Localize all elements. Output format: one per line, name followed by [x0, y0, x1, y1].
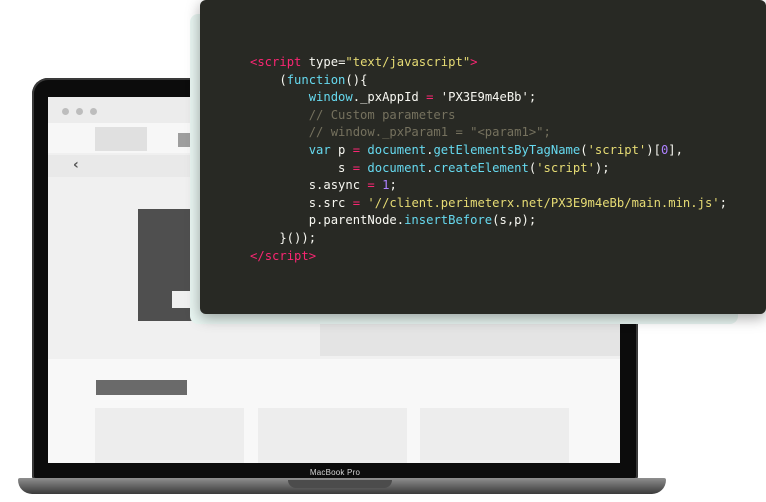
code-token: ; — [719, 195, 727, 210]
window-minimize-dot[interactable] — [76, 108, 83, 115]
code-token: document — [367, 160, 427, 175]
window-maximize-dot[interactable] — [90, 108, 97, 115]
code-token: 'script' — [587, 142, 647, 157]
code-token: 'script' — [536, 160, 595, 175]
code-token: ; — [389, 178, 397, 193]
code-token: ; — [528, 90, 537, 105]
site-logo-placeholder[interactable] — [95, 127, 147, 151]
code-line: s.src = '//client.perimeterx.net/PX3E9m4… — [250, 196, 727, 210]
code-token: ( — [580, 142, 588, 157]
code-token: script — [264, 248, 309, 263]
code-token: ( — [250, 72, 287, 87]
code-token: = — [352, 195, 361, 210]
card-placeholder[interactable] — [95, 408, 244, 463]
code-token: s — [250, 160, 353, 175]
code-line: s = document.createElement('script'); — [250, 161, 610, 175]
code-token: 'PX3E9m4eBb' — [440, 90, 529, 105]
code-block: <script type="text/javascript"> (functio… — [250, 54, 727, 265]
card-placeholder[interactable] — [420, 408, 569, 463]
code-comment: // Custom parameters — [250, 107, 456, 122]
code-token: = — [367, 178, 375, 193]
code-token: window — [308, 90, 353, 105]
code-token: = — [352, 160, 361, 175]
code-token: document — [367, 142, 427, 157]
code-token: </ — [250, 248, 265, 263]
laptop-notch — [288, 480, 392, 488]
code-token: ._pxAppId — [352, 90, 427, 105]
chevron-left-icon[interactable]: ‹ — [73, 157, 79, 173]
code-token: > — [470, 55, 478, 69]
code-token: createElement — [433, 160, 529, 175]
code-token: (s,p); — [492, 213, 537, 228]
code-token: function — [286, 72, 346, 87]
code-token: (){ — [345, 72, 368, 87]
code-line: (function(){ — [250, 73, 367, 87]
code-token: var — [308, 142, 331, 157]
code-token: type — [308, 55, 339, 69]
code-line: var p = document.getElementsByTagName('s… — [250, 143, 683, 157]
section-title-placeholder — [96, 380, 187, 395]
code-line: }()); — [250, 230, 317, 245]
code-token: )[ — [646, 142, 661, 157]
code-token: insertBefore — [404, 213, 493, 228]
code-panel: <script type="text/javascript"> (functio… — [200, 0, 766, 314]
code-line: <script type="text/javascript"> — [250, 55, 478, 69]
code-token: p — [330, 142, 353, 157]
code-token: getElementsByTagName — [433, 142, 581, 157]
code-line: s.async = 1; — [250, 178, 397, 192]
code-comment: // window._pxParam1 = "<param1>"; — [250, 125, 551, 140]
code-token: '//client.perimeterx.net/PX3E9m4eBb/main… — [367, 195, 720, 210]
code-token: s.async — [250, 178, 368, 193]
window-close-dot[interactable] — [62, 108, 69, 115]
code-line: p.parentNode.insertBefore(s,p); — [250, 213, 537, 228]
code-line: window._pxAppId = 'PX3E9m4eBb'; — [250, 90, 537, 105]
laptop-brand-label: MacBook Pro — [309, 468, 361, 477]
code-token: "text/javascript" — [345, 55, 471, 69]
card-placeholder[interactable] — [258, 408, 407, 463]
code-token: s.src — [250, 195, 353, 210]
code-token: ); — [594, 160, 610, 175]
code-token: script — [257, 55, 302, 69]
code-token: p.parentNode. — [250, 213, 405, 228]
code-line: </script> — [250, 249, 316, 263]
code-token: = — [352, 142, 361, 157]
code-token: ], — [668, 142, 683, 157]
code-token: > — [308, 248, 317, 263]
